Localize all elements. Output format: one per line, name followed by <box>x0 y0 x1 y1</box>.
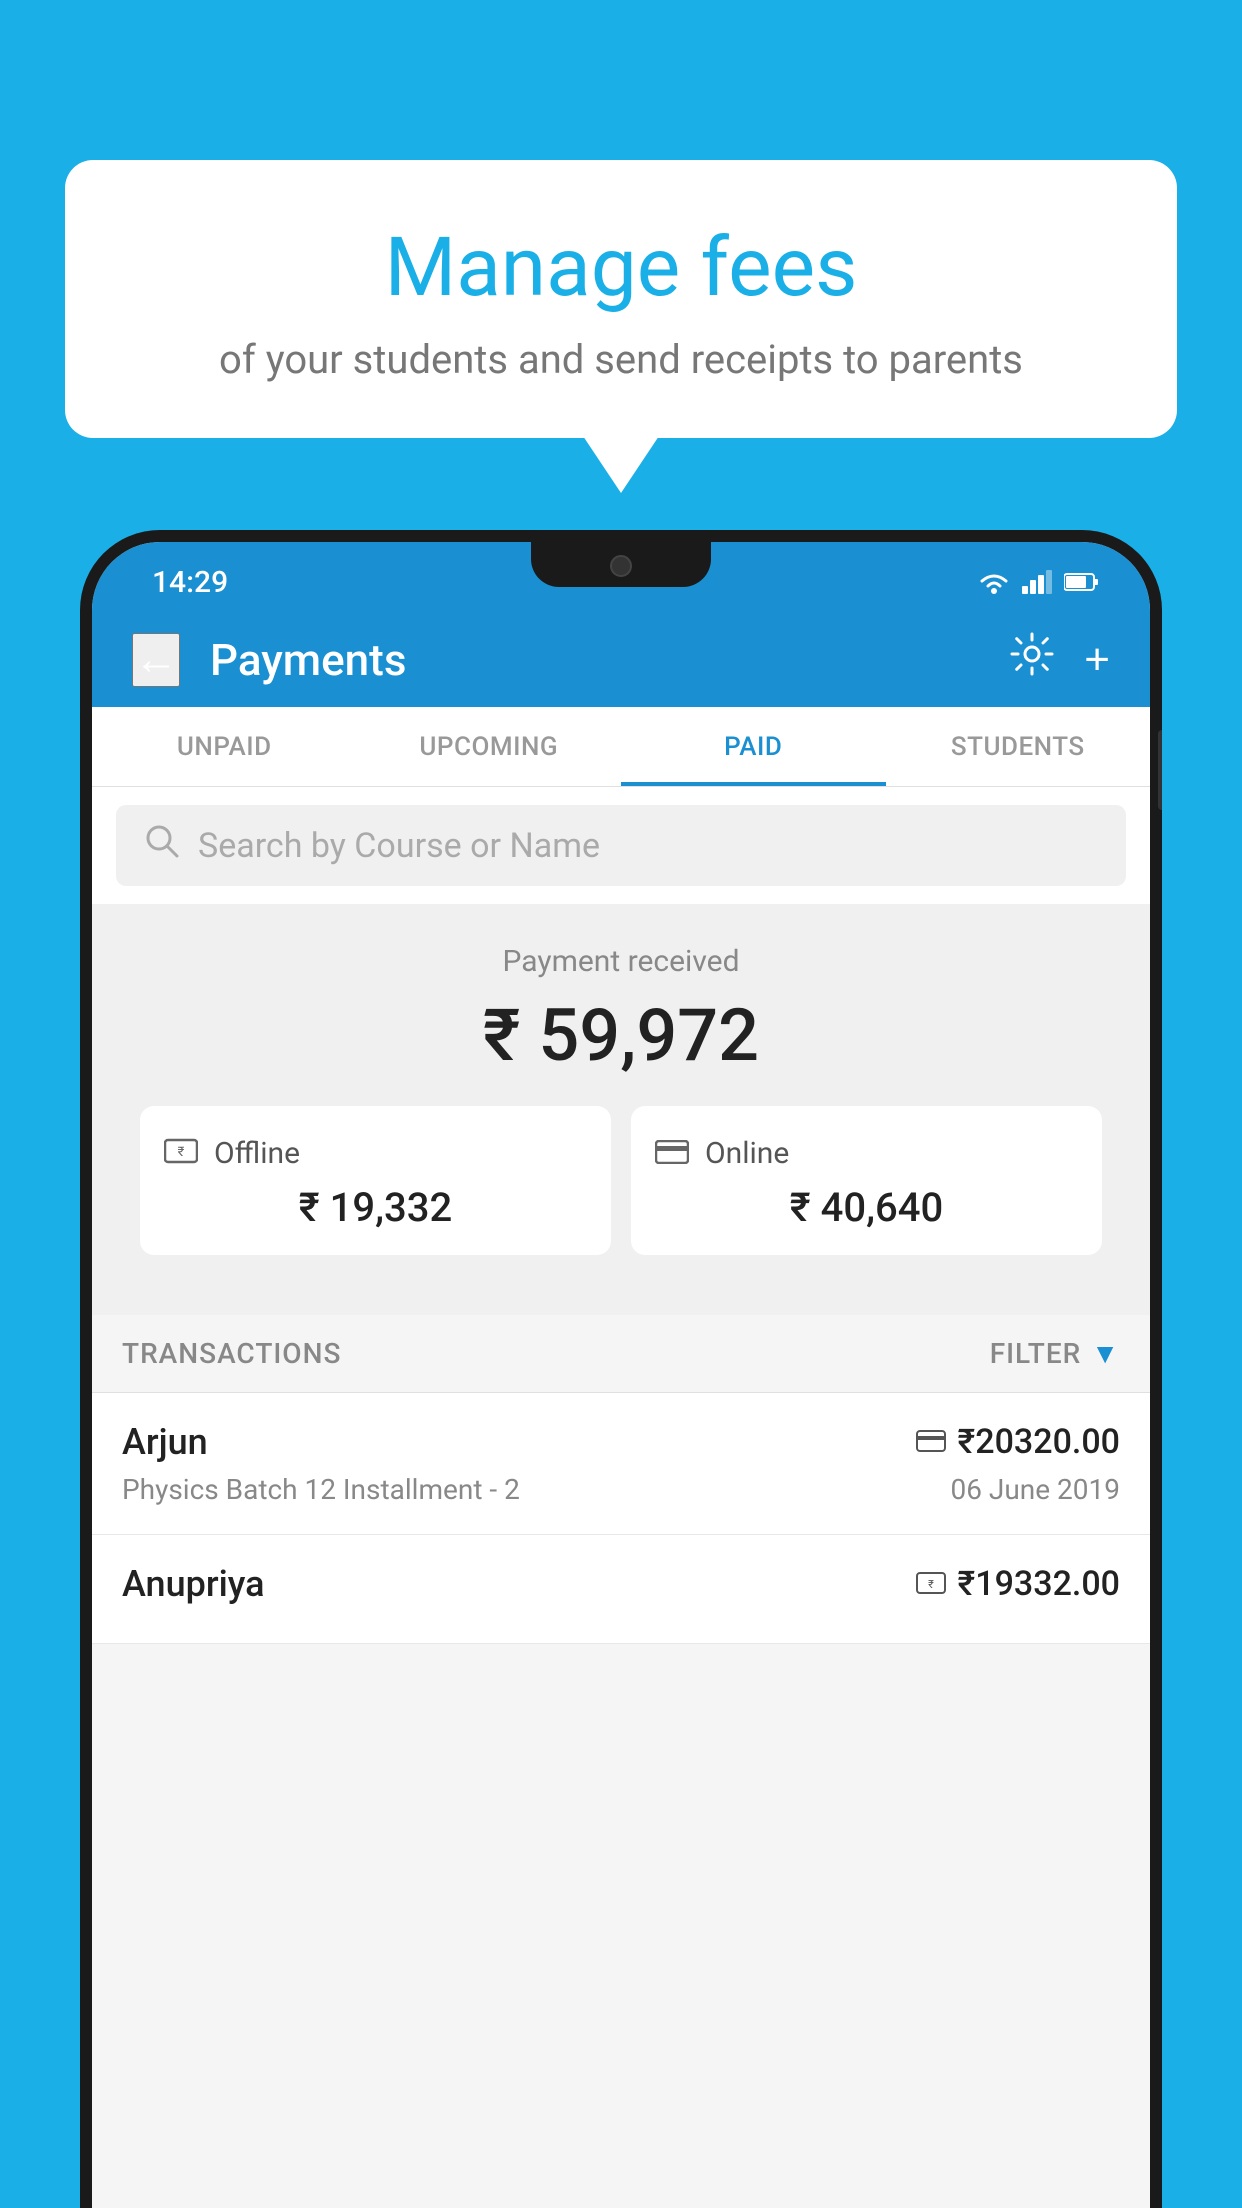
battery-icon <box>1064 572 1100 592</box>
online-icon <box>655 1134 689 1172</box>
transaction-date: 06 June 2019 <box>950 1473 1120 1506</box>
transaction-row-top: Arjun ₹20320.00 <box>122 1421 1120 1463</box>
offline-amount: ₹ 19,332 <box>164 1184 587 1231</box>
phone-screen: 14:29 <box>92 542 1150 2208</box>
online-label: Online <box>705 1136 789 1171</box>
payment-cards: ₹ Offline ₹ 19,332 <box>116 1106 1126 1285</box>
tab-upcoming[interactable]: UPCOMING <box>357 707 622 786</box>
filter-button[interactable]: FILTER ▼ <box>990 1337 1120 1370</box>
online-card-header: Online <box>655 1134 1078 1172</box>
transaction-amount-container: ₹20320.00 <box>916 1422 1120 1462</box>
transaction-amount: ₹20320.00 <box>958 1422 1120 1462</box>
table-row[interactable]: Anupriya ₹ ₹19332.00 <box>92 1535 1150 1644</box>
tabs-container: UNPAID UPCOMING PAID STUDENTS <box>92 707 1150 787</box>
transaction-name: Arjun <box>122 1421 208 1463</box>
table-row[interactable]: Arjun ₹20320.00 Physics Batch 12 Install… <box>92 1393 1150 1535</box>
status-icons <box>976 569 1100 595</box>
svg-text:₹: ₹ <box>178 1145 185 1160</box>
online-amount: ₹ 40,640 <box>655 1184 1078 1231</box>
offline-icon: ₹ <box>164 1134 198 1172</box>
back-button[interactable]: ← <box>132 633 180 687</box>
filter-label: FILTER <box>990 1337 1082 1370</box>
tab-paid[interactable]: PAID <box>621 707 886 786</box>
bubble-title: Manage fees <box>115 220 1127 316</box>
phone-volume-button <box>1158 730 1162 810</box>
transactions-label: TRANSACTIONS <box>122 1337 341 1370</box>
transaction-row-top: Anupriya ₹ ₹19332.00 <box>122 1563 1120 1605</box>
tab-students[interactable]: STUDENTS <box>886 707 1151 786</box>
gear-icon <box>1010 632 1054 676</box>
status-time: 14:29 <box>152 565 228 600</box>
search-container: Search by Course or Name <box>92 787 1150 904</box>
search-placeholder: Search by Course or Name <box>198 826 600 866</box>
online-card: Online ₹ 40,640 <box>631 1106 1102 1255</box>
bubble-subtitle: of your students and send receipts to pa… <box>115 336 1127 383</box>
camera <box>610 555 632 577</box>
payment-received-section: Payment received ₹ 59,972 ₹ Offline ₹ <box>92 904 1150 1315</box>
offline-label: Offline <box>214 1136 300 1171</box>
svg-text:₹: ₹ <box>928 1578 934 1591</box>
header-icons: + <box>1010 632 1110 687</box>
transaction-payment-icon: ₹ <box>916 1568 946 1601</box>
app-header: ← Payments + <box>92 612 1150 707</box>
header-title: Payments <box>210 634 980 686</box>
offline-card-header: ₹ Offline <box>164 1134 587 1172</box>
tab-unpaid[interactable]: UNPAID <box>92 707 357 786</box>
phone-frame: 14:29 <box>80 530 1162 2208</box>
settings-button[interactable] <box>1010 632 1054 687</box>
search-bar[interactable]: Search by Course or Name <box>116 805 1126 886</box>
transactions-header: TRANSACTIONS FILTER ▼ <box>92 1315 1150 1393</box>
add-button[interactable]: + <box>1084 635 1110 685</box>
transaction-row-bottom: Physics Batch 12 Installment - 2 06 June… <box>122 1473 1120 1506</box>
wifi-icon <box>976 569 1012 595</box>
transaction-course: Physics Batch 12 Installment - 2 <box>122 1473 520 1506</box>
transaction-name: Anupriya <box>122 1563 265 1605</box>
transaction-amount: ₹19332.00 <box>958 1564 1120 1604</box>
speech-bubble: Manage fees of your students and send re… <box>65 160 1177 438</box>
payment-received-amount: ₹ 59,972 <box>116 993 1126 1078</box>
search-icon <box>144 823 180 868</box>
transaction-amount-container: ₹ ₹19332.00 <box>916 1564 1120 1604</box>
phone-notch <box>531 542 711 587</box>
signal-icon <box>1022 570 1054 594</box>
filter-icon: ▼ <box>1091 1337 1120 1370</box>
transaction-payment-icon <box>916 1426 946 1459</box>
payment-received-label: Payment received <box>116 944 1126 979</box>
offline-card: ₹ Offline ₹ 19,332 <box>140 1106 611 1255</box>
